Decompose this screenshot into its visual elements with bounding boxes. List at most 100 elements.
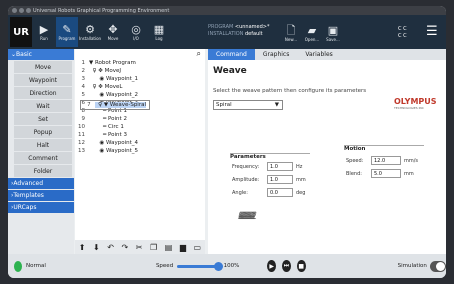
sidebar-item-set[interactable]: Set xyxy=(14,113,72,125)
program-label-text: PROGRAM xyxy=(208,24,234,30)
move-label: Move xyxy=(107,35,119,41)
tree-node-label: ♀ ✥ MoveJ xyxy=(89,68,122,74)
tree-line[interactable]: 11 ━ Point 3 xyxy=(75,131,205,139)
status-bar: Normal Speed 100% ▶ ⏭ ■ Simulation xyxy=(8,254,446,278)
minimize-dot[interactable] xyxy=(19,8,24,13)
program-tab[interactable]: ✎ Program xyxy=(56,17,78,47)
line-number: 10 xyxy=(78,124,85,130)
installation-tab[interactable]: ⚙ Installation xyxy=(79,17,101,47)
play-button[interactable]: ▶ xyxy=(267,260,277,272)
angle-field[interactable]: 0.0 xyxy=(267,188,293,197)
advanced-label: Advanced xyxy=(13,180,44,187)
tab-variables[interactable]: Variables xyxy=(297,49,340,60)
tree-line[interactable]: 9 ━ Point 2 xyxy=(75,115,205,123)
frequency-field[interactable]: 1.0 xyxy=(267,162,293,171)
tree-node-label: ◉ Waypoint_2 xyxy=(89,92,139,98)
maximize-dot[interactable] xyxy=(26,8,31,13)
motion-group: Motion xyxy=(344,145,424,152)
speed-unit: mm/s xyxy=(404,157,419,164)
tab-graphics[interactable]: Graphics xyxy=(255,49,298,60)
tree-line[interactable]: 10 ━ Circ 1 xyxy=(75,123,205,131)
save-label: Save... xyxy=(326,36,340,42)
open-label: Open... xyxy=(304,36,320,42)
open-button[interactable]: ▰ Open... xyxy=(302,18,322,48)
top-toolbar: UR ▶ Run ✎ Program ⚙ Installation ✥ Move ◎ I/… xyxy=(8,15,446,49)
run-icon: ▶ xyxy=(39,22,49,36)
line-number: 11 xyxy=(78,132,85,138)
close-dot[interactable] xyxy=(12,8,17,13)
stop-button[interactable]: ■ xyxy=(296,260,306,272)
amplitude-field[interactable]: 1.0 xyxy=(267,175,293,184)
tree-node-label: ▼ Robot Program xyxy=(89,60,136,66)
save-button[interactable]: ▣ Save... xyxy=(323,18,343,48)
run-tab[interactable]: ▶ Run xyxy=(33,17,55,47)
tree-line[interactable]: 7 ♀ ▼ Weave-Spiral xyxy=(80,100,150,110)
copy-icon[interactable]: ❐ xyxy=(150,243,157,252)
tree-line[interactable]: 2 ♀ ✥ MoveJ xyxy=(75,67,205,75)
hamburger-menu-icon[interactable]: ☰ xyxy=(426,24,438,39)
redo-icon[interactable]: ↷ xyxy=(122,243,129,252)
line-number: 13 xyxy=(78,148,85,154)
frequency-unit: Hz xyxy=(296,163,303,170)
pattern-dropdown[interactable]: Spiral ▼ xyxy=(213,100,283,110)
parameters-group: Parameters xyxy=(230,153,310,160)
io-label: I/O xyxy=(133,35,139,41)
io-tab[interactable]: ◎ I/O xyxy=(125,17,147,47)
category-advanced[interactable]: › Advanced xyxy=(8,178,74,189)
tree-line[interactable]: 4 ♀ ✥ MoveL xyxy=(75,83,205,91)
cut-icon[interactable]: ✂ xyxy=(136,243,143,252)
tree-toolbar: ⬆ ⬇ ↶ ↷ ✂ ❐ ▤ ▆ ▭ xyxy=(75,240,205,254)
category-templates[interactable]: › Templates xyxy=(8,190,74,201)
blend-label: Blend: xyxy=(346,170,362,177)
category-urcaps[interactable]: › URCaps xyxy=(8,202,74,213)
power-status-led[interactable] xyxy=(14,260,23,272)
move-up-icon[interactable]: ⬆ xyxy=(79,243,86,252)
logo-subtext: TECHNOLOGIES INC xyxy=(394,106,424,110)
app-window: Universal Robots Graphical Programming E… xyxy=(8,6,446,278)
cc-line-2: C C xyxy=(398,33,407,39)
category-basic[interactable]: ⌄ Basic xyxy=(8,49,74,60)
speed-percentage: 100% xyxy=(223,263,240,269)
save-icon: ▣ xyxy=(327,23,339,37)
line-number: 4 xyxy=(81,84,86,90)
slider-knob[interactable] xyxy=(213,261,223,271)
suppress-icon[interactable]: ▭ xyxy=(194,243,202,252)
new-button[interactable]: 🗋 New... xyxy=(281,18,301,48)
simulation-toggle[interactable] xyxy=(429,260,446,272)
delete-icon[interactable]: ▆ xyxy=(180,243,186,252)
tab-command[interactable]: Command xyxy=(208,49,255,60)
tree-node-label: ◉ Waypoint_4 xyxy=(89,140,139,146)
sidebar-item-waypoint[interactable]: Waypoint xyxy=(14,74,72,86)
tree-line[interactable]: 5 ◉ Waypoint_2 xyxy=(75,91,205,99)
tree-line[interactable]: 3 ◉ Waypoint_1 xyxy=(75,75,205,83)
search-icon[interactable]: ⌕ xyxy=(197,49,201,59)
sidebar-item-halt[interactable]: Halt xyxy=(14,139,72,151)
sidebar-item-wait[interactable]: Wait xyxy=(14,100,72,112)
program-info: PROGRAM <unnamed>* INSTALLATION default xyxy=(208,24,269,38)
simulation-label: Simulation xyxy=(397,263,427,269)
blend-field[interactable]: 5.0 xyxy=(371,169,401,178)
tree-node-label: ━ Circ 1 xyxy=(89,124,124,130)
move-tab[interactable]: ✥ Move xyxy=(102,17,124,47)
folder-icon: ▰ xyxy=(307,23,317,37)
line-number: 3 xyxy=(81,76,86,82)
step-button[interactable]: ⏭ xyxy=(282,260,291,272)
log-tab[interactable]: ▦ Log xyxy=(148,17,170,47)
paste-icon[interactable]: ▤ xyxy=(165,243,173,252)
sidebar-item-popup[interactable]: Popup xyxy=(14,126,72,138)
command-panel: Command Graphics Variables Weave Select … xyxy=(208,49,446,254)
speed-slider[interactable] xyxy=(177,261,223,271)
move-down-icon[interactable]: ⬇ xyxy=(93,243,100,252)
undo-icon[interactable]: ↶ xyxy=(107,243,114,252)
tree-line[interactable]: 1 ▼ Robot Program xyxy=(75,59,205,67)
new-label: New... xyxy=(284,36,298,42)
logo-text: OLYMPUS xyxy=(394,97,437,106)
speed-field[interactable]: 12.0 xyxy=(371,156,401,165)
sidebar-item-move[interactable]: Move xyxy=(14,61,72,73)
tree-line[interactable]: 12 ◉ Waypoint_4 xyxy=(75,139,205,147)
line-number: 2 xyxy=(81,68,86,74)
sidebar-item-comment[interactable]: Comment xyxy=(14,152,72,164)
sidebar-item-folder[interactable]: Folder xyxy=(14,165,72,177)
sidebar-item-direction[interactable]: Direction xyxy=(14,87,72,99)
tree-line[interactable]: 13 ◉ Waypoint_5 xyxy=(75,147,205,155)
